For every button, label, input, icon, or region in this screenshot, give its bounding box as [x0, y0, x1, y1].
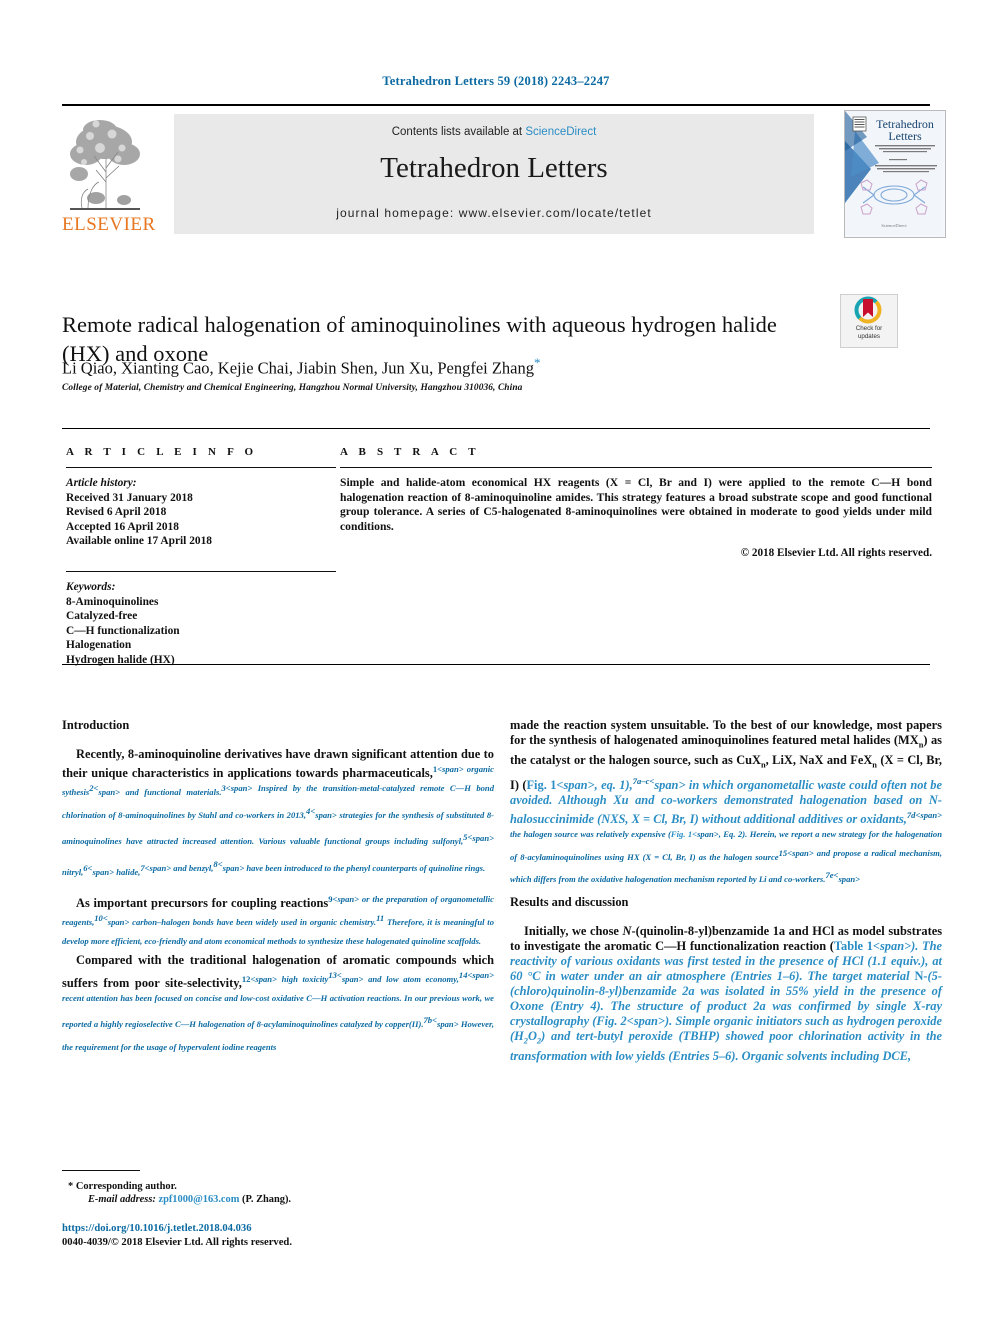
history-item: Available online 17 April 2018: [66, 535, 212, 548]
author-names: Li Qiao, Xianting Cao, Kejie Chai, Jiabi…: [62, 358, 535, 378]
abstract-divider: [340, 467, 932, 468]
email-link[interactable]: zpf1000@163.com: [158, 1194, 239, 1205]
journal-cover-thumbnail[interactable]: Tetrahedron Letters ScienceDirect: [844, 110, 946, 238]
corresponding-author-marker[interactable]: *: [534, 355, 541, 370]
keywords-block: Keywords: 8-Aminoquinolines Catalyzed-fr…: [66, 580, 336, 668]
crossmark-label-line1: Check for: [855, 325, 883, 332]
abstract-heading: A B S T R A C T: [340, 446, 480, 458]
abstract-column: A B S T R A C T Simple and halide-atom e…: [340, 446, 932, 559]
footnote-block: * Corresponding author. E-mail address: …: [62, 1180, 494, 1207]
cover-art-icon: Tetrahedron Letters ScienceDirect: [845, 111, 943, 235]
info-divider-1: [66, 467, 336, 468]
body-column-left: Introduction Recently, 8-aminoquinoline …: [62, 718, 494, 1063]
keyword-item: Halogenation: [66, 639, 132, 652]
corresponding-author-text: Corresponding author.: [75, 1181, 177, 1192]
footnote-star: *: [68, 1181, 74, 1192]
article-info-heading: A R T I C L E I N F O: [66, 446, 258, 458]
journal-title: Tetrahedron Letters: [380, 152, 608, 184]
keyword-item: Catalyzed-free: [66, 610, 138, 623]
info-divider-2: [66, 570, 336, 572]
article-info-column: A R T I C L E I N F O Article history: R…: [66, 446, 336, 668]
email-label: E-mail address:: [88, 1194, 156, 1206]
keywords-heading: Keywords:: [66, 580, 116, 593]
info-rule-top: [62, 428, 930, 429]
elsevier-logo: ELSEVIER: [62, 112, 156, 236]
section-heading-results: Results and discussion: [510, 895, 629, 910]
crossmark-label: Check for updates: [841, 325, 897, 340]
email-note: E-mail address: zpf1000@163.com (P. Zhan…: [62, 1193, 494, 1206]
author-list: Li Qiao, Xianting Cao, Kejie Chai, Jiabi…: [62, 355, 862, 379]
journal-homepage[interactable]: journal homepage: www.elsevier.com/locat…: [174, 206, 814, 220]
contents-prefix: Contents lists available at: [391, 126, 526, 138]
paragraph: Compared with the traditional halogenati…: [62, 952, 495, 1053]
contents-line: Contents lists available at ScienceDirec…: [174, 126, 814, 138]
paragraph: made the reaction system unsuitable. To …: [510, 718, 942, 885]
footnote-rule: [62, 1170, 140, 1171]
history-item: Received 31 January 2018: [66, 491, 193, 504]
elsevier-wordmark: ELSEVIER: [62, 214, 156, 235]
body-column-right: made the reaction system unsuitable. To …: [510, 718, 942, 1064]
svg-text:Letters: Letters: [888, 129, 922, 143]
paragraph: Recently, 8-aminoquinoline derivatives h…: [62, 747, 495, 878]
email-suffix: (P. Zhang).: [242, 1194, 291, 1206]
history-item: Revised 6 April 2018: [66, 506, 167, 519]
journal-banner: Contents lists available at ScienceDirec…: [174, 114, 814, 234]
doi-link[interactable]: https://doi.org/10.1016/j.tetlet.2018.04…: [62, 1222, 494, 1236]
section-heading-introduction: Introduction: [62, 718, 130, 732]
affiliation: College of Material, Chemistry and Chemi…: [62, 383, 523, 393]
crossmark-icon: [854, 296, 882, 324]
crossmark-badge[interactable]: Check for updates: [840, 294, 898, 348]
article-page: Tetrahedron Letters 59 (2018) 2243–2247: [0, 0, 992, 1323]
abstract-text: Simple and halide-atom economical HX rea…: [340, 476, 932, 533]
paragraph: As important precursors for coupling rea…: [62, 893, 494, 946]
keyword-item: 8-Aminoquinolines: [66, 595, 159, 608]
history-item: Accepted 16 April 2018: [66, 520, 179, 533]
paragraph: Initially, we chose N-(quinolin-8-yl)ben…: [510, 924, 943, 1064]
article-history-heading: Article history:: [66, 477, 137, 489]
article-history: Article history: Received 31 January 201…: [66, 476, 336, 549]
journal-masthead: ELSEVIER Contents lists available at Sci…: [62, 104, 946, 238]
running-head: Tetrahedron Letters 59 (2018) 2243–2247: [382, 74, 610, 88]
keyword-item: C—H functionalization: [66, 624, 180, 637]
sciencedirect-link[interactable]: ScienceDirect: [525, 126, 596, 138]
corresponding-author-note: * Corresponding author.: [62, 1180, 494, 1193]
crossmark-label-line2: updates: [857, 332, 881, 340]
elsevier-tree-icon: [70, 120, 140, 210]
svg-text:ScienceDirect: ScienceDirect: [881, 223, 907, 228]
doi-block: https://doi.org/10.1016/j.tetlet.2018.04…: [62, 1222, 494, 1250]
keyword-item: Hydrogen halide (HX): [66, 653, 175, 666]
abstract-copyright: © 2018 Elsevier Ltd. All rights reserved…: [740, 547, 932, 560]
issn-copyright: 0040-4039/© 2018 Elsevier Ltd. All right…: [62, 1237, 292, 1248]
